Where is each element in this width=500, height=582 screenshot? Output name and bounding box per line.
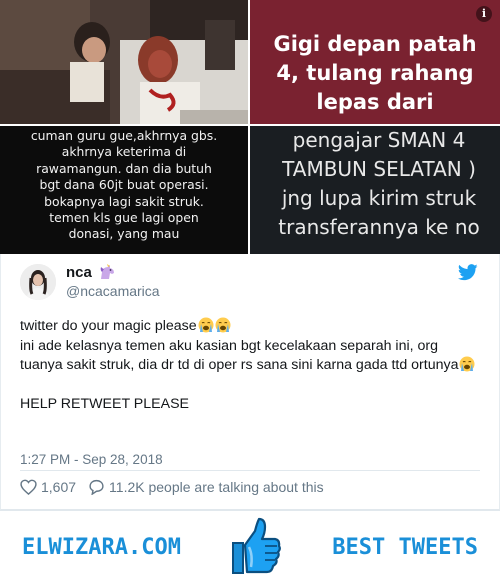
crying-face-icon <box>215 317 231 333</box>
like-count[interactable]: 1,607 <box>41 479 76 495</box>
caption-line: Gigi depan patah <box>273 32 477 56</box>
caption-line: lepas dari <box>316 90 434 114</box>
image-caption-top: Gigi depan patah 4, tulang rahang lepas … <box>250 30 500 117</box>
caption-line: akhrnya keterima di <box>61 144 187 160</box>
avatar-image <box>20 264 56 300</box>
divider <box>20 470 480 471</box>
image-caption-right: pengajar SMAN 4 TAMBUN SELATAN ) jng lup… <box>258 126 500 242</box>
tweet-line: twitter do your magic please <box>20 317 482 337</box>
caption-line: donasi, yang mau <box>68 226 180 242</box>
caption-line: cuman guru gue,akhrnya gbs. <box>30 128 218 143</box>
media-text-image-right[interactable]: pengajar SMAN 4 TAMBUN SELATAN ) jng lup… <box>250 126 500 254</box>
tweet-line: ini ade kelasnya temen aku kasian bgt ke… <box>20 337 482 376</box>
tweet-header: nca @ncacamarica <box>20 262 480 304</box>
tweet-text: twitter do your magic please ini ade kel… <box>20 317 482 415</box>
caption-line: bokapnya lagi sakit struk. <box>44 193 204 209</box>
image-caption-left: cuman guru gue,akhrnya gbs. akhrnya kete… <box>0 128 248 243</box>
talking-about-text[interactable]: 11.2K people are talking about this <box>109 479 324 495</box>
speech-bubble-icon[interactable] <box>88 479 105 495</box>
site-name: ELWIZARA.COM <box>22 535 181 560</box>
twitter-bird-icon[interactable] <box>458 264 478 281</box>
tweet-media-grid[interactable]: Gigi depan patah 4, tulang rahang lepas … <box>0 0 500 254</box>
user-display-name[interactable]: nca <box>66 264 116 281</box>
caption-line: bgt dana 60jt buat operasi. <box>39 177 209 193</box>
unicorn-icon <box>100 264 115 279</box>
caption-line: rawamangun. dan dia butuh <box>36 160 212 176</box>
crying-face-icon <box>198 317 214 333</box>
tweet-timestamp[interactable]: 1:27 PM - Sep 28, 2018 <box>20 452 163 467</box>
tweet-text-block: ini ade kelasnya temen aku kasian bgt ke… <box>20 337 459 374</box>
media-text-image-top[interactable]: Gigi depan patah 4, tulang rahang lepas … <box>250 0 500 124</box>
media-photo-hospital[interactable] <box>0 0 248 124</box>
best-tweets-label: BEST TWEETS <box>332 535 478 560</box>
caption-line: 4, tulang rahang <box>276 61 474 85</box>
thumbs-up-icon <box>232 517 281 574</box>
user-handle[interactable]: @ncacamarica <box>66 283 160 299</box>
media-text-image-left[interactable]: cuman guru gue,akhrnya gbs. akhrnya kete… <box>0 126 248 254</box>
user-name-text: nca <box>66 264 92 281</box>
caption-line: temen kls gue lagi open <box>49 210 199 226</box>
tweet-actions: 1,607 11.2K people are talking about thi… <box>20 477 324 497</box>
caption-line: transferannya ke no <box>278 215 480 239</box>
tweet-text-line1: twitter do your magic please <box>20 318 197 334</box>
crying-face-icon <box>459 356 475 372</box>
info-icon[interactable]: i <box>476 6 492 22</box>
hospital-photo-image <box>0 0 248 124</box>
footer-banner: ELWIZARA.COM BEST TWEETS <box>0 510 500 582</box>
caption-line: jng lupa kirim struk <box>281 186 477 210</box>
tweet-paragraph-gap <box>20 376 482 396</box>
avatar[interactable] <box>20 264 56 300</box>
caption-line: pengajar SMAN 4 <box>292 128 466 152</box>
caption-line: TAMBUN SELATAN ) <box>282 157 476 181</box>
heart-icon[interactable] <box>20 479 37 495</box>
tweet-cta: HELP RETWEET PLEASE <box>20 396 189 412</box>
